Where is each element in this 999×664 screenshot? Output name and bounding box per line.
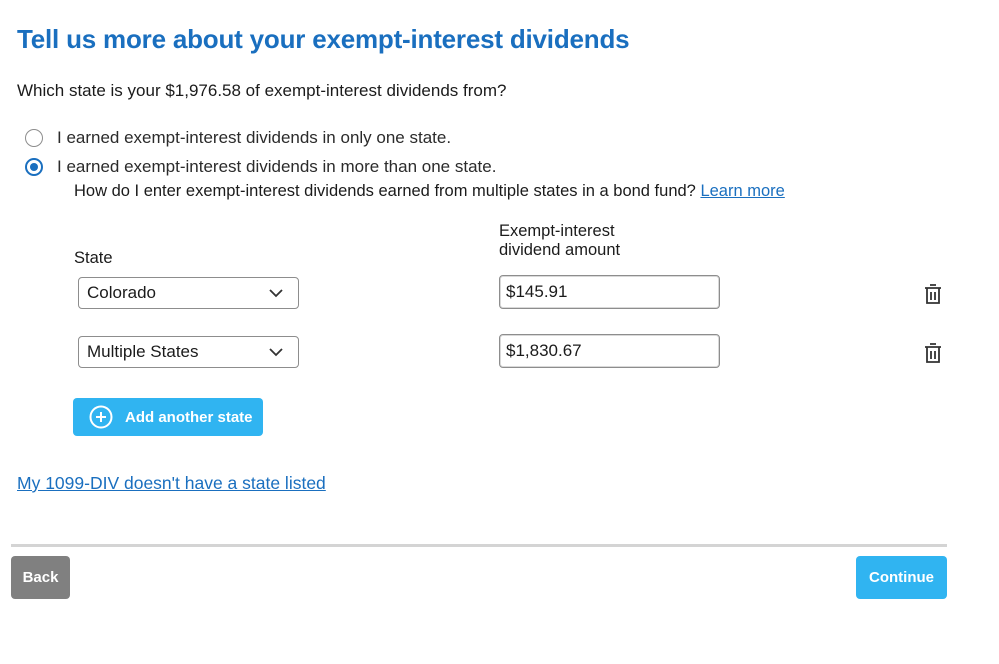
learn-more-link[interactable]: Learn more (700, 182, 784, 200)
radio-icon[interactable] (25, 158, 43, 176)
chevron-down-icon (269, 289, 283, 298)
state-question: Which state is your $1,976.58 of exempt-… (17, 81, 507, 100)
state-select-value: Colorado (87, 283, 156, 302)
chevron-down-icon (269, 348, 283, 357)
help-question: How do I enter exempt-interest dividends… (74, 182, 701, 200)
radio-multiple-states-label: I earned exempt-interest dividends in mo… (57, 157, 497, 176)
no-state-listed-link[interactable]: My 1099-DIV doesn't have a state listed (17, 473, 326, 494)
state-column-header: State (74, 249, 113, 267)
radio-icon[interactable] (25, 129, 43, 147)
add-another-state-label: Add another state (125, 408, 253, 426)
add-another-state-button[interactable]: Add another state (73, 398, 263, 436)
page-title: Tell us more about your exempt-interest … (17, 24, 630, 54)
state-select-row-2[interactable]: Multiple States (78, 336, 299, 368)
state-select-row-1[interactable]: Colorado (78, 277, 299, 309)
radio-one-state[interactable]: I earned exempt-interest dividends in on… (25, 128, 451, 148)
radio-one-state-label: I earned exempt-interest dividends in on… (57, 128, 452, 147)
trash-icon[interactable] (922, 282, 944, 306)
continue-button[interactable]: Continue (856, 556, 947, 599)
footer-divider (11, 544, 947, 547)
back-button[interactable]: Back (11, 556, 70, 599)
state-select-value: Multiple States (87, 342, 199, 361)
amount-column-header: Exempt-interest dividend amount (499, 222, 620, 260)
help-text: How do I enter exempt-interest dividends… (74, 182, 785, 201)
amount-input-row-2[interactable] (499, 334, 720, 368)
amount-input-row-1[interactable] (499, 275, 720, 309)
trash-icon[interactable] (922, 341, 944, 365)
amount-header-line1: Exempt-interest (499, 222, 615, 240)
plus-circle-icon (89, 405, 113, 429)
amount-header-line2: dividend amount (499, 241, 621, 259)
radio-multiple-states[interactable]: I earned exempt-interest dividends in mo… (25, 157, 496, 177)
